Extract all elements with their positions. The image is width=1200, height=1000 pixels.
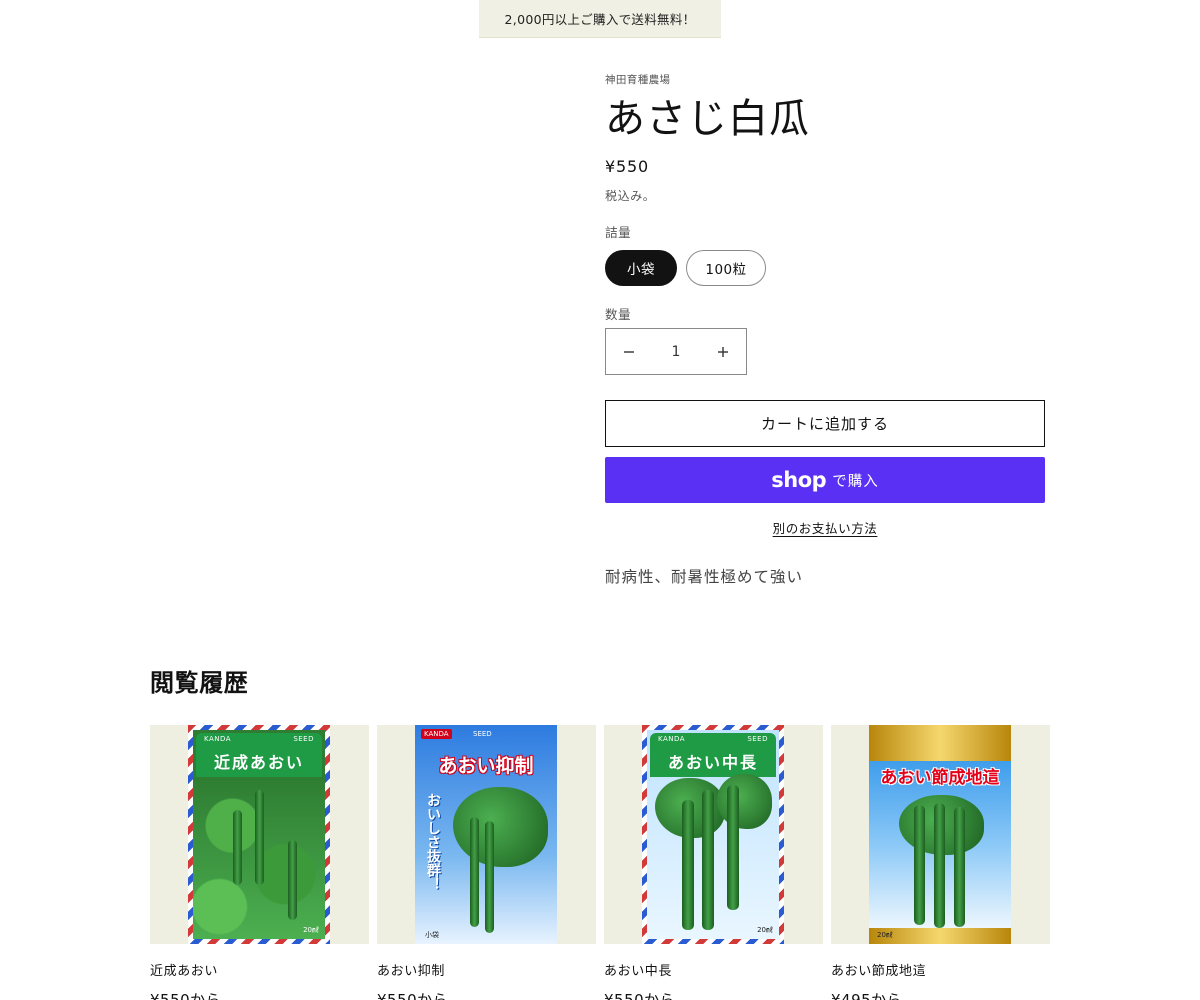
product-card-price: ¥550から [150,991,222,1000]
seed-packet-image: KANDA SEED あおい中長 20㎖ [642,725,784,944]
more-payment-options: 別のお支払い方法 [605,518,1045,537]
packet-title: あおい中長 [667,753,758,772]
shop-pay-logo: shop [771,468,827,492]
product-card-name[interactable]: あおい節成地這 [831,960,1050,979]
product-card[interactable]: KANDA SEED 近成あおい 20㎖ 近成あおい ¥550から [150,725,369,1000]
packet-slogan: おいしさ抜群！ [425,793,441,891]
seed-packet-image: KANDA SEED あおい抑制 おいしさ抜群！ 小袋 [415,725,557,944]
packet-brand-left: KANDA [421,729,452,739]
packet-size: 20㎖ [303,926,319,934]
product-card-price: ¥495から [831,991,903,1000]
variant-option-label: 100粒 [705,262,747,278]
quantity-decrease-button[interactable] [606,329,652,374]
more-payment-link[interactable]: 別のお支払い方法 [773,521,878,536]
seed-packet-image: KANDA SEED 近成あおい 20㎖ [188,725,330,944]
product-title: あさじ白瓜 [605,96,810,142]
product-card-image[interactable]: KANDA SEED あおい抑制 おいしさ抜群！ 小袋 [377,725,596,944]
product-card-image[interactable]: あおい節成地這 20㎖ [831,725,1050,944]
packet-size: 小袋 [425,931,439,939]
quantity-increase-button[interactable] [700,329,746,374]
quantity-label: 数量 [605,307,632,322]
product-card-name[interactable]: 近成あおい [150,960,369,979]
variant-option-100-seeds[interactable]: 100粒 [686,250,766,286]
add-to-cart-button[interactable]: カートに追加する [605,400,1045,447]
shop-pay-button[interactable]: shop で購入 [605,457,1045,503]
recently-viewed-heading: 閲覧履歴 [150,669,249,697]
product-card-image[interactable]: KANDA SEED 近成あおい 20㎖ [150,725,369,944]
packet-header: KANDA SEED 近成あおい [196,733,322,777]
shop-pay-text: で購入 [832,473,879,490]
product-card-price: ¥550から [377,991,449,1000]
product-description: 耐病性、耐暑性極めて強い [605,568,804,586]
product-card[interactable]: KANDA SEED あおい中長 20㎖ あおい中長 ¥550から [604,725,823,1000]
product-vendor: 神田育種農場 [605,74,671,86]
announcement-bar: 2,000円以上ご購入で送料無料！ [479,0,721,38]
packet-header: KANDA SEED あおい中長 [650,733,776,777]
minus-icon [624,350,634,353]
product-price: ¥550 [605,157,649,176]
quantity-stepper [605,328,747,375]
packet-title: 近成あおい [213,753,304,772]
packet-size: 20㎖ [757,926,773,934]
seed-packet-image: あおい節成地這 20㎖ [869,725,1011,944]
quantity-input[interactable] [652,343,700,360]
product-card[interactable]: KANDA SEED あおい抑制 おいしさ抜群！ 小袋 あおい抑制 ¥550から [377,725,596,1000]
variant-option-label: 小袋 [627,262,655,278]
product-card-name[interactable]: あおい中長 [604,960,823,979]
product-card[interactable]: あおい節成地這 20㎖ あおい節成地這 ¥495から [831,725,1050,1000]
variant-option-small-bag[interactable]: 小袋 [605,250,677,286]
add-to-cart-label: カートに追加する [760,415,889,433]
packet-size: 20㎖ [877,931,893,939]
tax-note: 税込み。 [605,189,656,203]
packet-brand-right: SEED [473,730,492,738]
announcement-text: 2,000円以上ご購入で送料無料！ [504,12,696,27]
packet-title: あおい抑制 [438,755,534,777]
packet-brand-right: SEED [293,735,314,743]
packet-brand-left: KANDA [658,735,686,743]
packet-brand-left: KANDA [204,735,232,743]
product-card-name[interactable]: あおい抑制 [377,960,596,979]
packet-brand-right: SEED [747,735,768,743]
packet-title: あおい節成地這 [880,768,1000,788]
variant-label: 詰量 [605,225,632,240]
plus-icon [718,346,728,357]
product-card-image[interactable]: KANDA SEED あおい中長 20㎖ [604,725,823,944]
product-card-price: ¥550から [604,991,676,1000]
